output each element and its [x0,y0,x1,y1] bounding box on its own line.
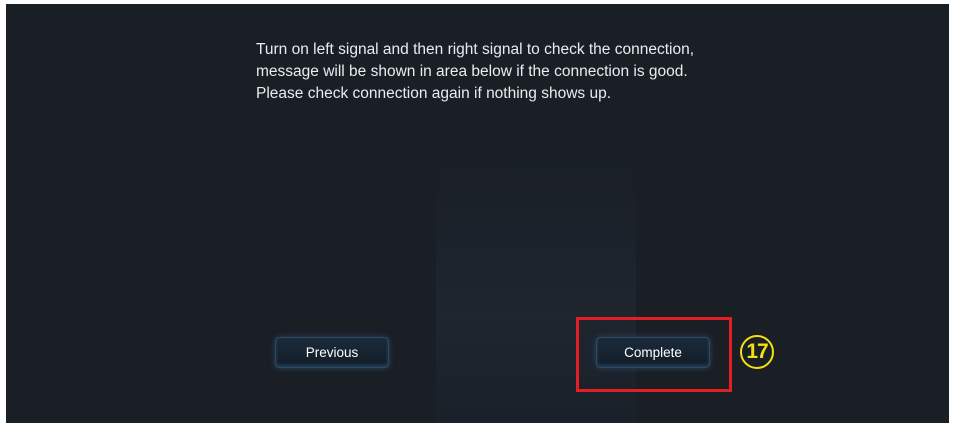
head-unit-screen: Turn on left signal and then right signa… [6,4,949,423]
complete-button-highlight-box [576,317,732,392]
step-number-callout: 17 [740,335,774,369]
message-line: Turn on left signal and then right signa… [256,41,695,58]
previous-button[interactable]: Previous [275,337,389,368]
message-line: Please check connection again if nothing… [256,85,612,102]
message-line: message will be shown in area below if t… [256,63,688,80]
connection-check-message: Turn on left signal and then right signa… [256,39,816,105]
